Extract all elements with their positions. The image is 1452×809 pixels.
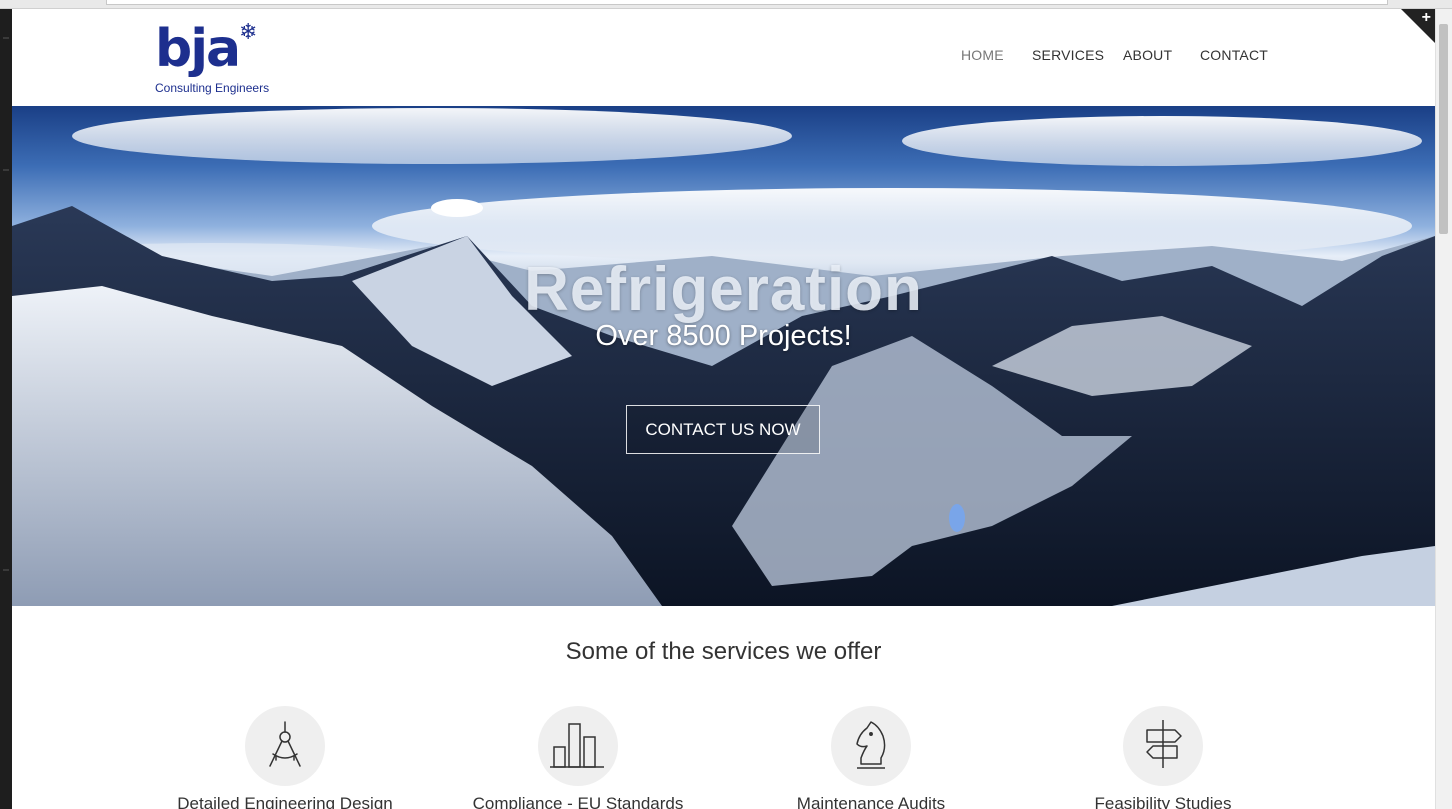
snowflake-icon: ❄ [239, 19, 258, 44]
service-card[interactable]: Compliance - EU Standards [428, 706, 728, 809]
plus-icon[interactable]: + [1422, 9, 1431, 27]
hero-title: Refrigeration [524, 255, 923, 324]
contact-us-button[interactable]: CONTACT US NOW [626, 405, 820, 454]
service-icon-circle [831, 706, 911, 786]
service-card[interactable]: Detailed Engineering Design [135, 706, 435, 809]
logo[interactable]: bja ❄ Consulting Engineers [155, 21, 275, 97]
address-bar[interactable] [106, 0, 1388, 5]
nav-about[interactable]: ABOUT [1123, 47, 1172, 63]
services-heading: Some of the services we offer [565, 638, 882, 665]
signpost-icon [1146, 720, 1182, 768]
service-label: Feasibility Studies [1094, 794, 1232, 809]
logo-wordmark: bja [155, 19, 241, 79]
service-label: Detailed Engineering Design [177, 794, 393, 809]
page: bja ❄ Consulting Engineers HOME SERVICES… [12, 9, 1435, 809]
nav-contact[interactable]: CONTACT [1200, 47, 1268, 63]
nav-services[interactable]: SERVICES [1032, 47, 1104, 63]
logo-subtitle: Consulting Engineers [155, 81, 270, 95]
hero-banner: Refrigeration Over 8500 Projects! CONTAC… [12, 106, 1435, 606]
mountain-background-image [12, 108, 1435, 606]
service-icon-circle [538, 706, 618, 786]
compass-icon [269, 721, 301, 767]
service-icon-circle [245, 706, 325, 786]
nav-home[interactable]: HOME [961, 47, 1004, 63]
service-icon-circle [1123, 706, 1203, 786]
service-label: Maintenance Audits [796, 794, 946, 809]
left-panel-strip [0, 9, 12, 809]
browser-top-bar [0, 0, 1452, 9]
scrollbar-thumb[interactable] [1439, 24, 1448, 234]
site-header: bja ❄ Consulting Engineers HOME SERVICES… [12, 9, 1435, 106]
service-label: Compliance - EU Standards [472, 794, 684, 809]
chess-knight-icon [856, 721, 886, 769]
hero-subtitle: Over 8500 Projects! [595, 320, 852, 352]
service-card[interactable]: Feasibility Studies [1013, 706, 1313, 809]
service-card[interactable]: Maintenance Audits [721, 706, 1021, 809]
bar-chart-icon [550, 723, 604, 768]
